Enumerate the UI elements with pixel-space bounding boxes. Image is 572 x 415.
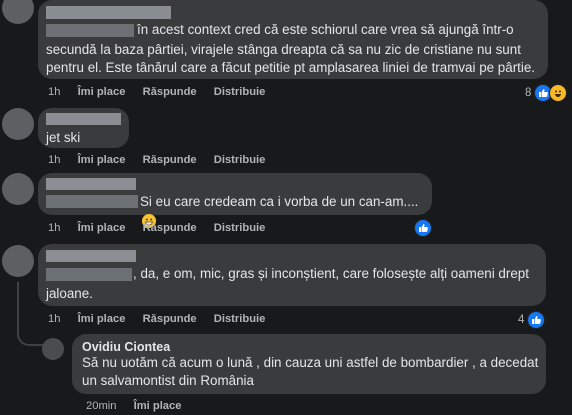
redacted-author-name (46, 178, 136, 190)
reply-bubble: Ovidiu Ciontea Să nu uotăm că acum o lun… (72, 334, 546, 394)
haha-icon (549, 84, 568, 102)
reply-actions: 20min Îmi place (86, 400, 195, 412)
comment-actions: 1h Îmi place Răspunde Distribuie (48, 313, 279, 325)
comment-bubble: jet ski (38, 108, 129, 148)
reaction-count: 8 (525, 87, 532, 99)
like-button[interactable]: Îmi place (78, 222, 126, 234)
share-button[interactable]: Distribuie (214, 86, 266, 98)
comment-time[interactable]: 1h (48, 222, 60, 234)
reaction-count: 4 (518, 314, 525, 326)
like-button[interactable]: Îmi place (134, 400, 182, 412)
avatar[interactable] (2, 173, 34, 205)
avatar[interactable] (2, 245, 34, 277)
reply-time[interactable]: 20min (86, 400, 116, 412)
reply-thread-line (17, 282, 45, 346)
reaction-summary[interactable] (414, 219, 432, 237)
reply-text: Să nu uotăm că acum o lună , din cauza u… (82, 355, 539, 370)
redacted-mention (46, 24, 134, 37)
reply-author-name[interactable]: Ovidiu Ciontea (82, 340, 170, 354)
reply-text: un salvamontist din România (82, 373, 254, 388)
redacted-mention (46, 195, 138, 208)
reply-button[interactable]: Răspunde (143, 154, 197, 166)
comment-time[interactable]: 1h (48, 86, 60, 98)
comment-actions: 1h Îmi place Răspunde Distribuie (48, 86, 279, 98)
reply-button[interactable]: Răspunde (143, 222, 197, 234)
comment-time[interactable]: 1h (48, 154, 60, 166)
comment-bubble: , da, e om, mic, gras și inconștient, ca… (38, 244, 546, 306)
reply-button[interactable]: Răspunde (143, 313, 197, 325)
avatar[interactable] (2, 108, 34, 140)
comment-text: secundă la baza pârtiei, virajele stânga… (46, 42, 521, 57)
comment-actions: 1h Îmi place Răspunde Distribuie (48, 154, 279, 166)
reaction-summary[interactable]: 4 (518, 311, 546, 329)
redacted-author-name (46, 113, 121, 125)
comment-time[interactable]: 1h (48, 313, 60, 325)
redacted-author-name (46, 250, 136, 262)
comment-text: jaloane. (46, 286, 93, 301)
comment-text: în acest context cred că este schiorul c… (137, 22, 514, 37)
reaction-summary[interactable]: 8 (525, 84, 568, 102)
comment-bubble: Si eu care credeam ca i vorba de un can-… (38, 173, 432, 228)
comment-text-content: Si eu care credeam ca i vorba de un can-… (140, 194, 419, 209)
like-button[interactable]: Îmi place (78, 313, 126, 325)
share-button[interactable]: Distribuie (214, 154, 266, 166)
share-button[interactable]: Distribuie (214, 313, 266, 325)
redacted-mention (46, 268, 132, 281)
like-button[interactable]: Îmi place (78, 86, 126, 98)
avatar[interactable] (2, 0, 34, 24)
comment-actions: 1h Îmi place Răspunde Distribuie (48, 222, 279, 234)
comment-text: pentru el. Este tânărul care a făcut pet… (46, 60, 536, 75)
comment-text: jet ski (46, 130, 81, 145)
comment-text: , da, e om, mic, gras și inconștient, ca… (133, 266, 529, 281)
comment-bubble: în acest context cred că este schiorul c… (38, 0, 548, 79)
like-button[interactable]: Îmi place (78, 154, 126, 166)
reply-button[interactable]: Răspunde (143, 86, 197, 98)
like-icon (414, 219, 432, 237)
like-icon (527, 311, 546, 329)
share-button[interactable]: Distribuie (214, 222, 266, 234)
redacted-author-name (46, 6, 171, 19)
avatar[interactable] (42, 338, 64, 360)
